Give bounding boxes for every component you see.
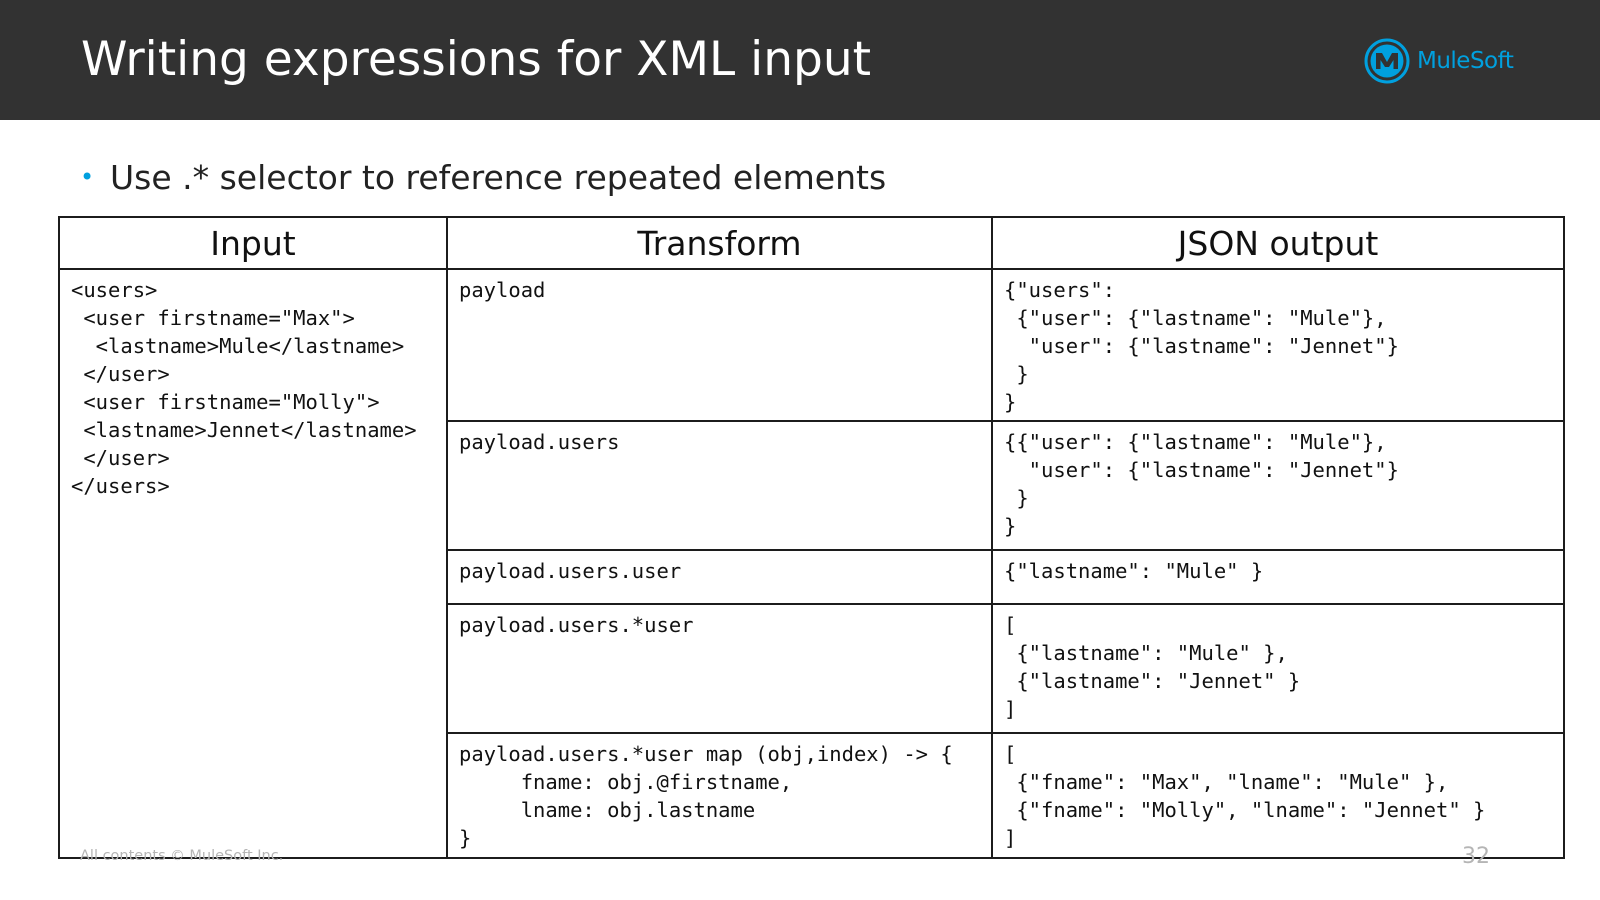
table-header-row: Input Transform JSON output bbox=[58, 216, 1565, 270]
page-number: 32 bbox=[1462, 844, 1490, 869]
output-code: [ {"lastname": "Mule" }, {"lastname": "J… bbox=[1004, 613, 1301, 721]
logo-text: MuleSoft bbox=[1417, 48, 1514, 74]
input-xml-cell: <users> <user firstname="Max"> <lastname… bbox=[58, 268, 448, 859]
transform-code: payload bbox=[459, 278, 546, 302]
bullet-item: • Use .* selector to reference repeated … bbox=[80, 152, 886, 202]
transform-cell: payload.users.user bbox=[446, 549, 993, 605]
output-code: {"users": {"user": {"lastname": "Mule"},… bbox=[1004, 278, 1399, 414]
input-xml-code: <users> <user firstname="Max"> <lastname… bbox=[71, 278, 417, 498]
column-header-json-output: JSON output bbox=[991, 216, 1565, 270]
output-cell: {"users": {"user": {"lastname": "Mule"},… bbox=[991, 268, 1565, 422]
table-row: <users> <user firstname="Max"> <lastname… bbox=[58, 268, 1565, 859]
transform-code: payload.users.*user map (obj,index) -> {… bbox=[459, 742, 953, 850]
output-cell: {"lastname": "Mule" } bbox=[991, 549, 1565, 605]
output-code: [ {"fname": "Max", "lname": "Mule" }, {"… bbox=[1004, 742, 1486, 850]
column-header-input: Input bbox=[58, 216, 448, 270]
mulesoft-logo-icon bbox=[1364, 38, 1410, 84]
transform-cell: payload bbox=[446, 268, 993, 422]
transform-cell: payload.users bbox=[446, 420, 993, 551]
output-cell: [ {"lastname": "Mule" }, {"lastname": "J… bbox=[991, 603, 1565, 734]
transform-code: payload.users bbox=[459, 430, 620, 454]
bullet-dot-icon: • bbox=[80, 163, 95, 191]
slide-header: Writing expressions for XML input MuleSo… bbox=[0, 0, 1600, 120]
transform-cell: payload.users.*user bbox=[446, 603, 993, 734]
slide-title: Writing expressions for XML input bbox=[81, 32, 872, 87]
output-code: {"lastname": "Mule" } bbox=[1004, 559, 1264, 583]
mulesoft-logo: MuleSoft bbox=[1363, 36, 1514, 86]
transform-code: payload.users.*user bbox=[459, 613, 694, 637]
transform-code: payload.users.user bbox=[459, 559, 682, 583]
bullet-text: Use .* selector to reference repeated el… bbox=[110, 157, 887, 197]
output-cell: {{"user": {"lastname": "Mule"}, "user": … bbox=[991, 420, 1565, 551]
output-code: {{"user": {"lastname": "Mule"}, "user": … bbox=[1004, 430, 1399, 538]
examples-table: Input Transform JSON output <users> <use… bbox=[58, 216, 1565, 859]
output-cell: [ {"fname": "Max", "lname": "Mule" }, {"… bbox=[991, 732, 1565, 859]
column-header-transform: Transform bbox=[446, 216, 993, 270]
copyright-note: All contents © MuleSoft Inc. bbox=[80, 848, 284, 864]
transform-cell: payload.users.*user map (obj,index) -> {… bbox=[446, 732, 993, 859]
